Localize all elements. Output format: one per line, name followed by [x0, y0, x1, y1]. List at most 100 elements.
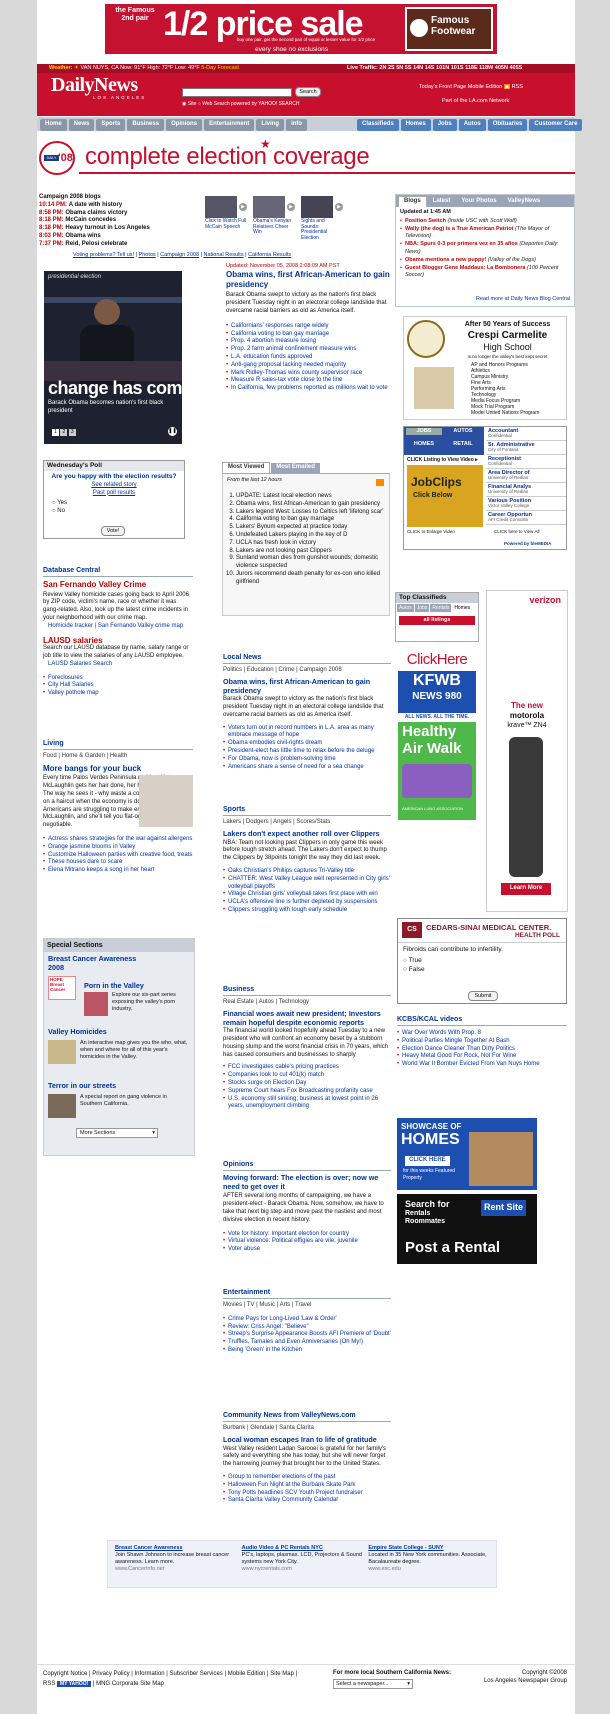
most-viewed-item[interactable]: Obama wins, first African-American to ga… [236, 501, 385, 509]
database-link[interactable]: City Hall Salaries [43, 682, 193, 690]
most-viewed-item[interactable]: Lakers are not looking past Clippers [236, 548, 385, 556]
traffic-route-118e[interactable]: 118E [465, 65, 478, 71]
footer-link-mobile-edition[interactable]: Mobile Edition [228, 1671, 266, 1677]
business-link[interactable]: Stocks surge on Election Day [223, 1080, 391, 1088]
pause-icon[interactable]: ❚❚ [168, 427, 177, 436]
community-headline[interactable]: Local woman escapes Iran to life of grat… [223, 1435, 391, 1445]
voting-problems-link[interactable]: Voting problems? Tell us! [73, 252, 134, 258]
traffic-route-14s[interactable]: 14S [425, 65, 435, 71]
blog-text[interactable]: Reid, Pelosi celebrate [65, 241, 127, 247]
enlarge-video-link[interactable]: CLICK to Enlarge Video [407, 529, 455, 535]
blog-item[interactable]: 8:03 PM: Obama wins [39, 233, 199, 241]
living-link[interactable]: These houses dare to scare [43, 859, 193, 867]
lead-link[interactable]: Measure R sales-tax vote close to the li… [226, 377, 396, 385]
video-caption-3[interactable]: Sights and Sounds: Presidential Election [301, 218, 343, 241]
nav-classifieds[interactable]: Classifieds [357, 119, 399, 131]
vote-button[interactable]: Vote! [101, 526, 125, 536]
retail-tab[interactable]: RETAIL [445, 441, 481, 449]
california-results-link[interactable]: California Results [248, 252, 291, 258]
text-ad-title[interactable]: Breast Cancer Awareness [115, 1545, 236, 1552]
traffic-route-118w[interactable]: 118W [479, 65, 493, 71]
local-link[interactable]: President-elect has little time to relax… [223, 748, 391, 756]
blog-tab-item-title[interactable]: Position Switch [405, 218, 446, 224]
entertainment-link[interactable]: Streep's Surprise Appearance Boosts AFI … [223, 1331, 391, 1339]
entertainment-subnav[interactable]: Movies | TV | Music | Arts | Travel [223, 1302, 391, 1310]
lead-link[interactable]: In California, few problems reported as … [226, 385, 396, 393]
text-ad-title[interactable]: Audio Video & PC Rentals NYC [242, 1545, 363, 1552]
yes-radio[interactable]: ○ [52, 500, 56, 506]
entertainment-link[interactable]: Truffles, Tamales and Even Anniversaries… [223, 1339, 391, 1347]
campaign-link[interactable]: Campaign 2008 [160, 252, 199, 258]
jobclips-video[interactable]: JobClips Click Below [407, 465, 483, 527]
blog-central-link[interactable]: Read more at Daily News Blog Central [476, 296, 570, 303]
bca-logo[interactable]: HOPE Breast Cancer [48, 976, 76, 1001]
homicides-title[interactable]: Valley Homicides [48, 1027, 107, 1037]
traffic-route-405n[interactable]: 405N [495, 65, 508, 71]
living-link[interactable]: Customize Halloween parties with creativ… [43, 852, 193, 860]
jobs-tab[interactable]: JOBS [406, 428, 442, 436]
traffic-route-5n[interactable]: 5N [396, 65, 403, 71]
false-radio[interactable]: ○ [403, 966, 407, 973]
job-listing[interactable]: Receptionist Confidential [486, 455, 566, 469]
true-radio[interactable]: ○ [403, 957, 407, 964]
blog-tab-item-title[interactable]: Wally (the dog) is a True American Patri… [405, 226, 513, 232]
traffic-route-2s[interactable]: 2S [388, 65, 395, 71]
all-listings-button[interactable]: all listings [399, 616, 475, 626]
local-subnav[interactable]: Politics | Education | Crime | Campaign … [223, 667, 391, 675]
kcbs-video-link[interactable]: World War II Bomber Evicted From Van Nuy… [397, 1061, 567, 1069]
national-results-link[interactable]: National Results [204, 252, 244, 258]
network-label[interactable]: Part of the LA.com Network [442, 98, 509, 105]
blog-tab-your-photos[interactable]: Your Photos [456, 197, 502, 207]
community-link[interactable]: Halloween Fun Night at the Burbank Skate… [223, 1482, 391, 1490]
traffic-route-101s[interactable]: 101S [451, 65, 464, 71]
sports-subnav[interactable]: Lakers | Dodgers | Angels | Scores/Stats [223, 819, 391, 827]
blog-tab-item-title[interactable]: Guest Blogger Gene Maddaus: La Bombonera [405, 265, 525, 271]
blog-text[interactable]: Heavy turnout in Los Angeles [65, 225, 149, 231]
most-viewed-item[interactable]: Lakers legend West: Losses to Celtics le… [236, 509, 385, 517]
nav-opinions[interactable]: Opinions [166, 119, 203, 131]
video-thumb-1[interactable] [205, 196, 237, 218]
kcbs-video-link[interactable]: Political Parties Mingle Together At Bas… [397, 1038, 567, 1046]
traffic-route-2n[interactable]: 2N [379, 65, 386, 71]
lead-headline[interactable]: Obama wins, first African-American to ga… [226, 270, 396, 289]
text-ad-url[interactable]: www.esc.edu [368, 1566, 489, 1573]
sports-headline[interactable]: Lakers don't expect another roll over Cl… [223, 829, 391, 839]
traffic-route-101n[interactable]: 101N [436, 65, 449, 71]
text-ad-title[interactable]: Empire State College - SUNY [368, 1545, 489, 1552]
living-link[interactable]: Orange jasmine blooms in Valley [43, 844, 193, 852]
kcbs-video-link[interactable]: Election Dance Cleaner Than Dirty Politi… [397, 1046, 567, 1054]
most-viewed-item[interactable]: Jurors recommend death penalty for ex-co… [236, 571, 385, 587]
lead-link[interactable]: California voting to ban gay marriage [226, 331, 396, 339]
kcbs-video-link[interactable]: War Over Words With Prop. 8 [397, 1030, 567, 1038]
slide-3-button[interactable]: 3 [68, 429, 76, 436]
blog-tab-valleynews[interactable]: ValleyNews [502, 197, 546, 207]
traffic-route-5s[interactable]: 5S [405, 65, 412, 71]
video-caption-1[interactable]: Click to Watch Full McCain Speech [205, 218, 247, 230]
opinions-headline[interactable]: Moving forward: The election is over; no… [223, 1173, 391, 1191]
front-page-link[interactable]: Today's Front Page Mobile Edition [419, 84, 502, 90]
my-yahoo-button[interactable]: MY YAHOO! [57, 1680, 92, 1687]
blog-tab-item[interactable]: Position Switch (Inside USC with Scott W… [400, 218, 570, 225]
rss-link[interactable]: RSS [512, 84, 523, 90]
past-poll-link[interactable]: Past poll results [93, 490, 135, 496]
blog-tab-item[interactable]: Wally (the dog) is a True American Patri… [400, 226, 570, 240]
no-radio[interactable]: ○ [52, 508, 56, 514]
nav-info[interactable]: Info [286, 119, 308, 131]
community-link[interactable]: Group to remember elections of the past [223, 1474, 391, 1482]
database-link[interactable]: Valley pothole map [43, 690, 193, 698]
business-link[interactable]: Supreme Court hears Fox Broadcasting pro… [223, 1088, 391, 1096]
play-icon[interactable]: ▶ [239, 203, 247, 211]
terror-title[interactable]: Terror in our streets [48, 1081, 116, 1091]
blog-text[interactable]: A date with history [69, 202, 122, 208]
slide-2-button[interactable]: 2 [60, 429, 68, 436]
nav-sports[interactable]: Sports [96, 119, 126, 131]
porn-thumb[interactable] [84, 992, 108, 1017]
classified-tab-jobs[interactable]: Jobs [414, 604, 430, 613]
blog-item[interactable]: 8:18 PM: Heavy turnout in Los Angeles [39, 225, 199, 233]
blog-item[interactable]: 8:58 PM: Obama claims victory [39, 210, 199, 218]
homes-tab[interactable]: HOMES [406, 441, 442, 449]
local-link[interactable]: Voters turn out in record numbers in L.A… [223, 725, 391, 741]
text-ad-url[interactable]: www.CancerInfo.net [115, 1566, 236, 1573]
footer-link-privacy-policy[interactable]: Privacy Policy [92, 1671, 129, 1677]
footer-link-site-map[interactable]: Site Map [270, 1671, 294, 1677]
